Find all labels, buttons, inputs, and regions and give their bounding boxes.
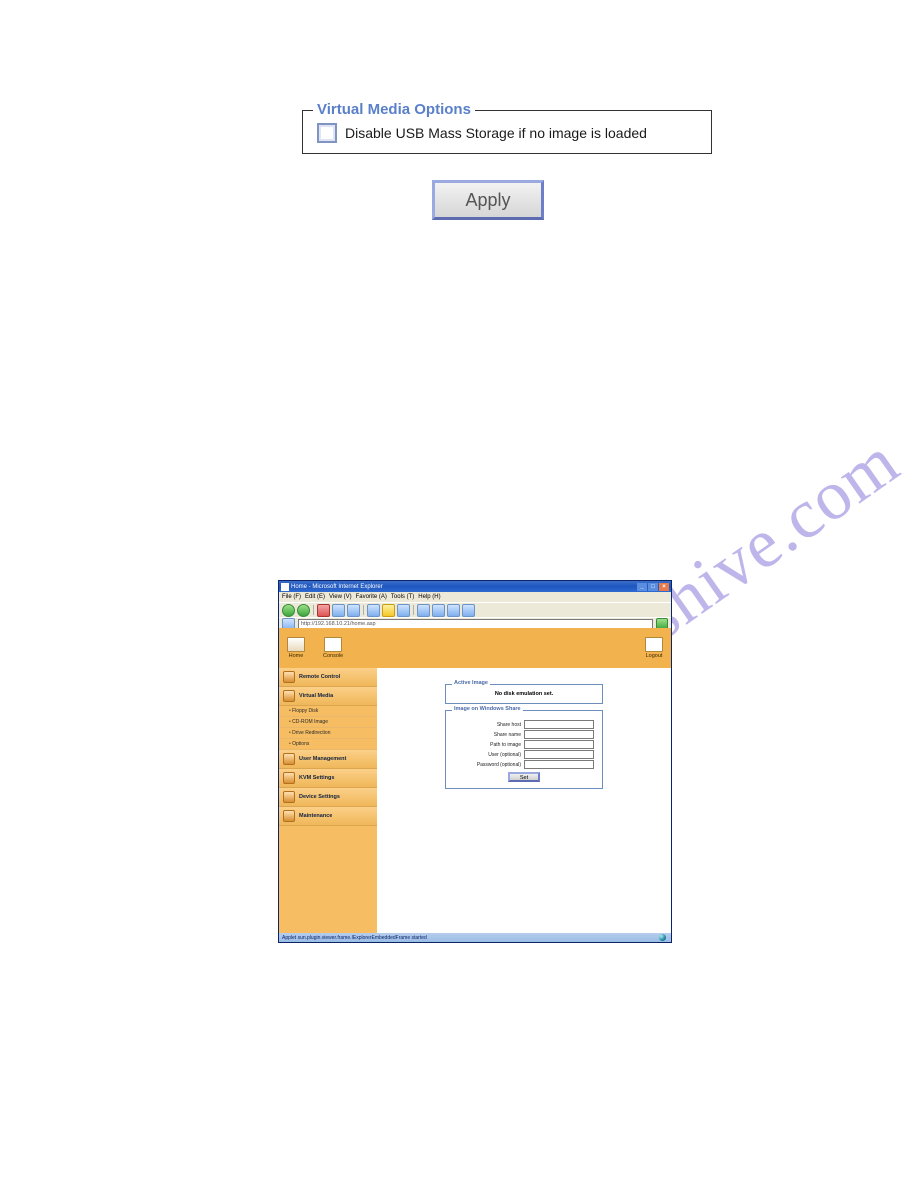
user-mgmt-icon [283, 753, 295, 765]
virtual-media-options-fieldset: Virtual Media Options Disable USB Mass S… [302, 110, 712, 154]
sidebar-sub-options[interactable]: Options [279, 739, 377, 750]
ie-toolbar [279, 602, 671, 617]
share-name-input[interactable] [524, 730, 594, 739]
menu-tools[interactable]: Tools (T) [391, 594, 414, 600]
virtual-media-icon [283, 690, 295, 702]
disable-usb-checkbox[interactable] [317, 123, 337, 143]
windows-share-fieldset: Image on Windows Share Share host Share … [445, 710, 603, 789]
apply-button[interactable]: Apply [432, 180, 544, 220]
sidebar-label-device: Device Settings [299, 794, 340, 800]
user-input[interactable] [524, 750, 594, 759]
sidebar-label-maint: Maintenance [299, 813, 332, 819]
refresh-icon[interactable] [332, 604, 345, 617]
header-console[interactable]: Console [323, 637, 343, 659]
sidebar-item-device-settings[interactable]: Device Settings [279, 788, 377, 807]
search-icon[interactable] [367, 604, 380, 617]
header-home-label: Home [289, 653, 304, 659]
disable-usb-text: Disable USB Mass Storage if no image is … [345, 125, 647, 141]
ie-statusbar: Applet sun.plugin.viewer.frame.IExplorer… [279, 933, 671, 942]
ie-titlebar: Home - Microsoft Internet Explorer _ □ × [279, 581, 671, 592]
remote-control-icon [283, 671, 295, 683]
set-button[interactable]: Set [508, 772, 540, 782]
console-icon [324, 637, 342, 652]
home-icon [287, 637, 305, 652]
password-label: Password (optional) [477, 762, 521, 768]
vm-options-legend: Virtual Media Options [313, 101, 475, 118]
kvm-page: Home Console Logout Remote Control Virtu… [279, 628, 671, 933]
ie-window: Home - Microsoft Internet Explorer _ □ ×… [278, 580, 672, 943]
header-logout[interactable]: Logout [645, 637, 663, 659]
ie-icon [281, 583, 289, 591]
print-icon[interactable] [432, 604, 445, 617]
sidebar-item-user-mgmt[interactable]: User Management [279, 750, 377, 769]
kvm-content: Active Image No disk emulation set. Imag… [377, 668, 671, 933]
menu-favorites[interactable]: Favorite (A) [356, 594, 387, 600]
share-host-label: Share host [497, 722, 521, 728]
path-label: Path to image [490, 742, 521, 748]
maximize-button[interactable]: □ [648, 583, 658, 591]
ie-menubar: File (F) Edit (E) View (V) Favorite (A) … [279, 592, 671, 602]
status-text: Applet sun.plugin.viewer.frame.IExplorer… [282, 935, 427, 941]
messenger-icon[interactable] [462, 604, 475, 617]
history-icon[interactable] [397, 604, 410, 617]
kvm-sidebar: Remote Control Virtual Media Floppy Disk… [279, 668, 377, 933]
stop-icon[interactable] [317, 604, 330, 617]
device-settings-icon [283, 791, 295, 803]
forward-icon[interactable] [297, 604, 310, 617]
password-input[interactable] [524, 760, 594, 769]
logout-icon [645, 637, 663, 652]
mail-icon[interactable] [417, 604, 430, 617]
internet-zone-icon [659, 934, 666, 941]
kvm-header: Home Console Logout [279, 628, 671, 669]
minimize-button[interactable]: _ [637, 583, 647, 591]
back-icon[interactable] [282, 604, 295, 617]
edit-icon[interactable] [447, 604, 460, 617]
sidebar-item-maintenance[interactable]: Maintenance [279, 807, 377, 826]
sidebar-label-kvm: KVM Settings [299, 775, 334, 781]
windows-share-legend: Image on Windows Share [452, 706, 523, 712]
header-logout-label: Logout [646, 653, 663, 659]
header-home[interactable]: Home [287, 637, 305, 659]
maintenance-icon [283, 810, 295, 822]
header-console-label: Console [323, 653, 343, 659]
user-label: User (optional) [488, 752, 521, 758]
sidebar-sub-cdrom[interactable]: CD-ROM Image [279, 717, 377, 728]
menu-help[interactable]: Help (H) [418, 594, 440, 600]
sidebar-label-usermgmt: User Management [299, 756, 346, 762]
sidebar-item-kvm-settings[interactable]: KVM Settings [279, 769, 377, 788]
sidebar-label-vmedia: Virtual Media [299, 693, 333, 699]
kvm-settings-icon [283, 772, 295, 784]
favorites-icon[interactable] [382, 604, 395, 617]
sidebar-sub-floppy[interactable]: Floppy Disk [279, 706, 377, 717]
active-image-text: No disk emulation set. [454, 691, 594, 697]
share-host-input[interactable] [524, 720, 594, 729]
active-image-fieldset: Active Image No disk emulation set. [445, 684, 603, 704]
disable-usb-checkbox-label[interactable]: Disable USB Mass Storage if no image is … [317, 123, 697, 143]
menu-view[interactable]: View (V) [329, 594, 352, 600]
ie-title: Home - Microsoft Internet Explorer [291, 584, 383, 590]
path-input[interactable] [524, 740, 594, 749]
active-image-legend: Active Image [452, 680, 490, 686]
close-button[interactable]: × [659, 583, 669, 591]
sidebar-sub-drive[interactable]: Drive Redirection [279, 728, 377, 739]
menu-edit[interactable]: Edit (E) [305, 594, 325, 600]
sidebar-item-virtual-media[interactable]: Virtual Media [279, 687, 377, 706]
sidebar-item-remote-control[interactable]: Remote Control [279, 668, 377, 687]
home-icon[interactable] [347, 604, 360, 617]
menu-file[interactable]: File (F) [282, 594, 301, 600]
sidebar-label-remote: Remote Control [299, 674, 340, 680]
share-name-label: Share name [494, 732, 521, 738]
